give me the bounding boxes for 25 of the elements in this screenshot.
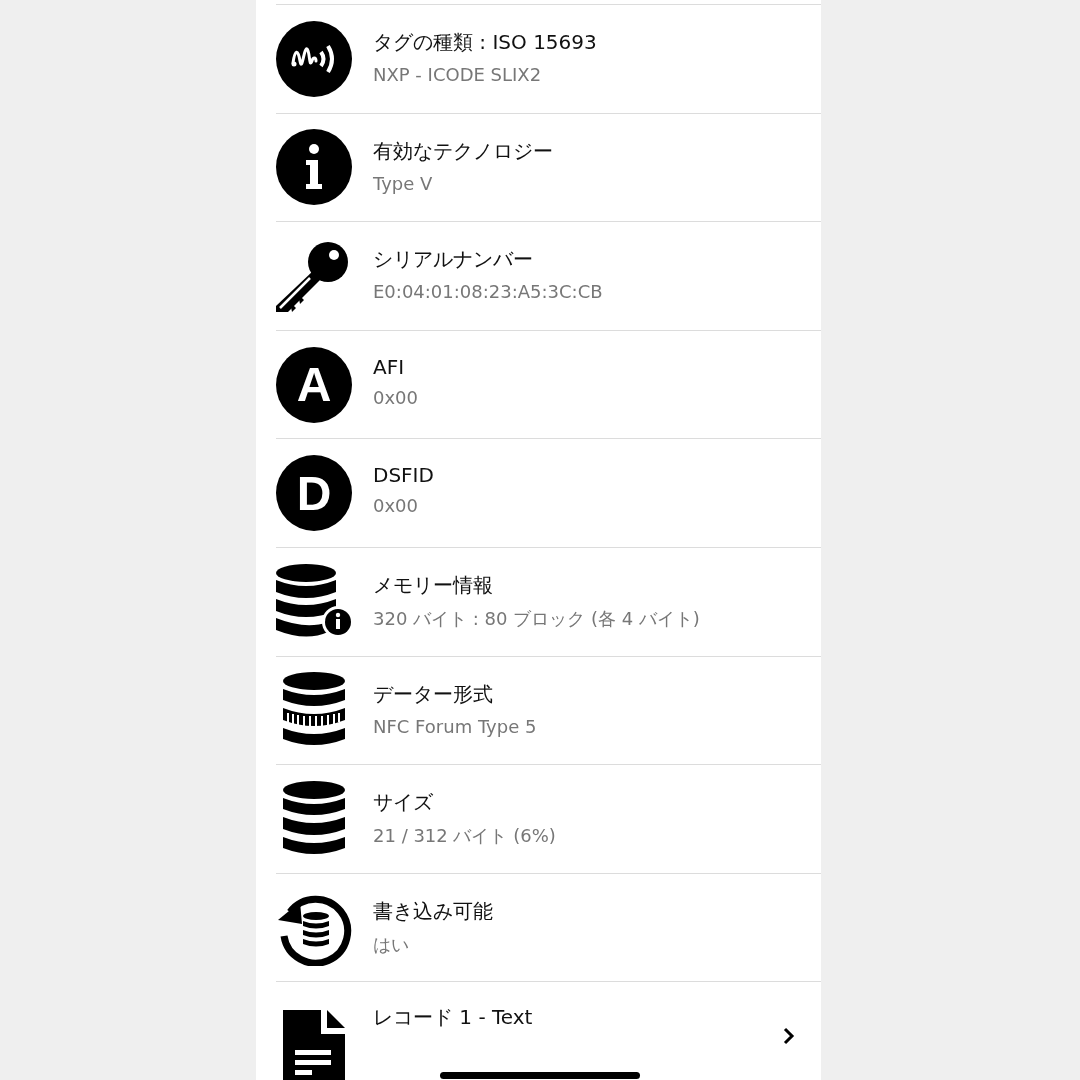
row-value: Type V — [373, 172, 434, 194]
row-title: タグの種類 : ISO 15693 — [373, 29, 598, 56]
row-title: メモリー情報 — [373, 571, 494, 599]
letter-icon: D — [276, 455, 352, 532]
row-title: シリアルナンバー — [373, 246, 534, 274]
row-title: 書き込み可能 — [373, 897, 494, 925]
row-title: レコード 1 - Text — [373, 1004, 534, 1032]
chevron-icon[interactable] — [783, 1027, 795, 1046]
letter-icon: A — [276, 346, 352, 423]
row-value: 0x00 — [373, 495, 419, 517]
row-title: AFI — [373, 354, 406, 379]
row-title: データー形式 — [373, 680, 494, 708]
row-value: はい — [373, 932, 410, 957]
row-value: NXP - ICODE SLIX2 — [373, 64, 543, 85]
database-info-icon — [276, 563, 352, 640]
nfc-icon — [276, 20, 352, 97]
row-title: 有効なテクノロジー — [373, 137, 554, 165]
row-value: E0:04:01:08:23:A5:3C:CB — [373, 281, 604, 303]
row-title: DSFID — [373, 463, 435, 488]
info-icon — [276, 129, 352, 206]
row-value: 320 バイト : 80 ブロック (各 4 バイト) — [373, 606, 701, 631]
row-value: 21 / 312 バイト (6%) — [373, 824, 557, 849]
row-value: NFC Forum Type 5 — [373, 715, 538, 737]
row-title: サイズ — [373, 789, 434, 817]
row-value: 0x00 — [373, 386, 419, 408]
